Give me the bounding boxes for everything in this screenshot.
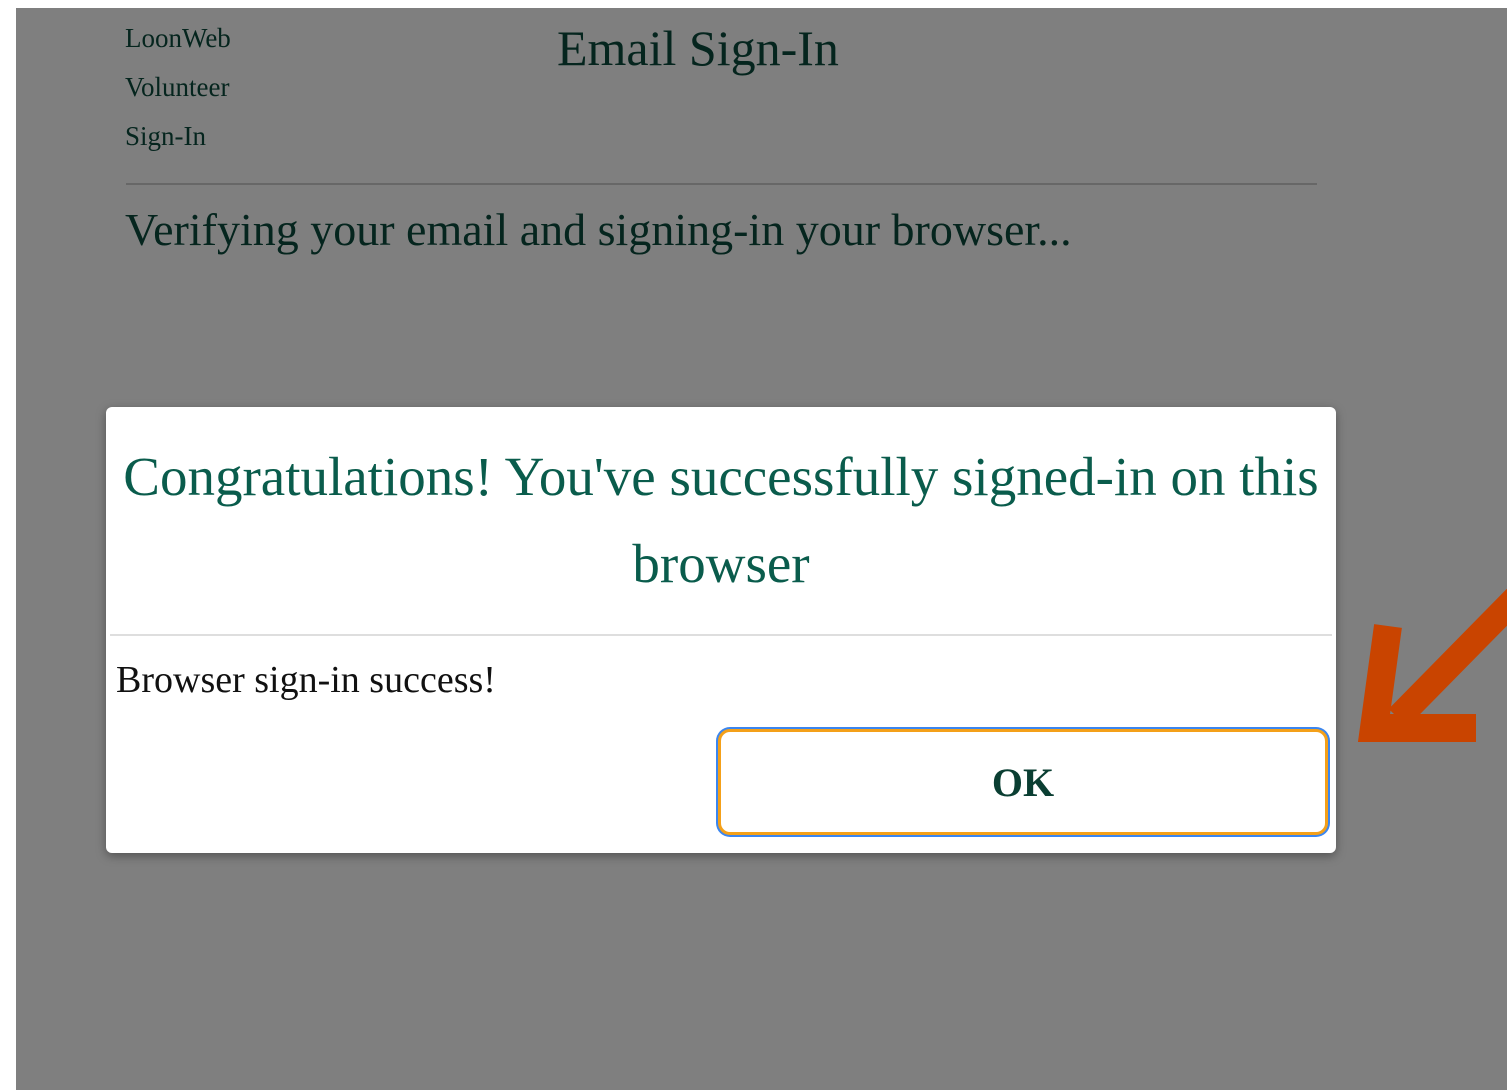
browser-viewport: LoonWeb Volunteer Sign-In Email Sign-In … (16, 8, 1507, 1090)
dialog-header: Congratulations! You've successfully sig… (110, 407, 1332, 636)
dialog-title: Congratulations! You've successfully sig… (123, 446, 1319, 594)
dialog-message: Browser sign-in success! (116, 659, 496, 701)
ok-button[interactable]: OK (718, 729, 1328, 835)
arrow-pointer-icon (1357, 588, 1507, 742)
sign-in-success-dialog: Congratulations! You've successfully sig… (106, 407, 1336, 853)
